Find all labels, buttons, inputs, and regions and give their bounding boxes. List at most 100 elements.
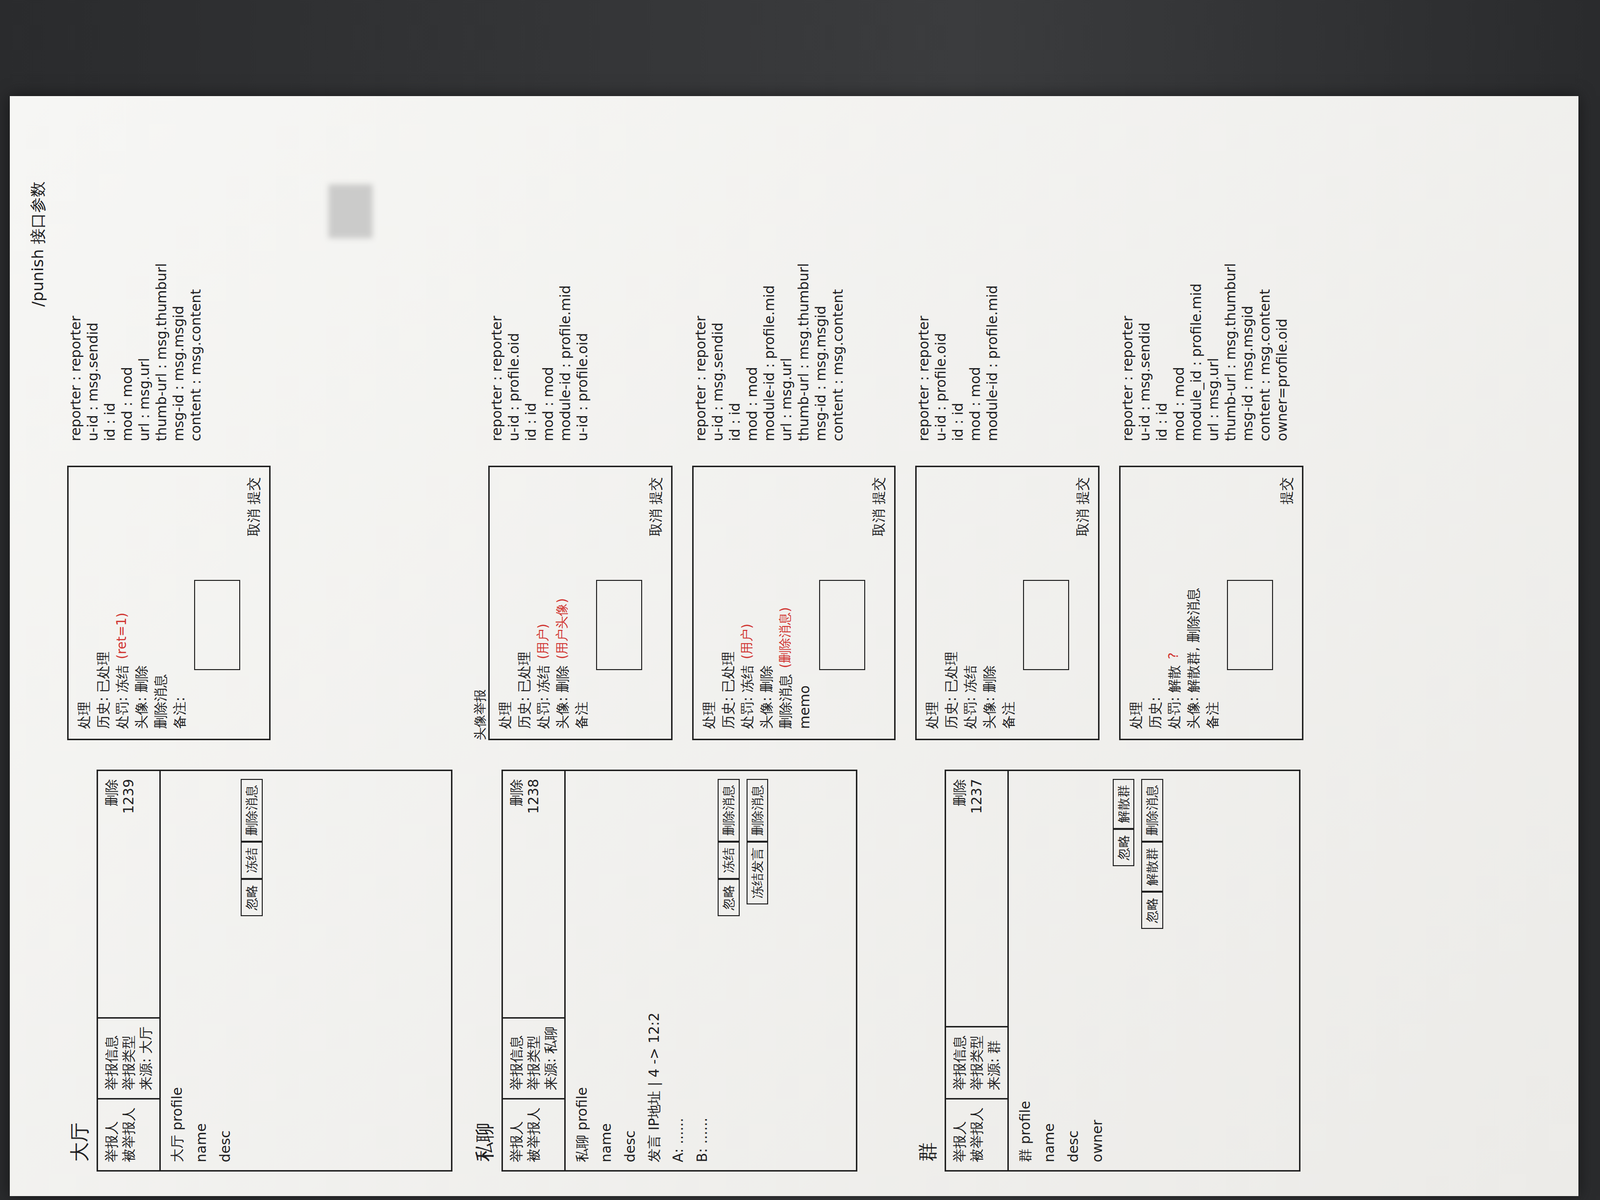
mapping-line: mod : mod <box>966 285 984 442</box>
action-button[interactable]: 忽略 <box>1112 828 1135 867</box>
action-button[interactable]: 忽略 <box>717 878 740 917</box>
reporter-label: 举报人 <box>950 1107 969 1163</box>
form-line: 处理 <box>1127 476 1145 729</box>
form-line: 处罚: 冻结(ret=1) <box>113 476 131 729</box>
section-left: 大厅举报人被举报人举报信息举报类型来源: 大厅删除1239大厅 profilen… <box>67 769 453 1172</box>
form-text: 头像: 删除 <box>553 665 572 729</box>
mapping-line: id : id <box>1153 263 1171 442</box>
button-row: 忽略冻结删除消息 <box>240 778 263 917</box>
mapping-line: reporter : reporter <box>915 285 933 442</box>
info-label: 来源: 群 <box>985 1035 1003 1091</box>
action-label[interactable]: 删除 <box>950 778 969 807</box>
action-button[interactable]: 解散群 <box>1112 778 1135 829</box>
form-text: 删除消息 <box>151 674 170 729</box>
submit-button[interactable]: 取消 提交 <box>867 476 888 537</box>
submit-button[interactable]: 取消 提交 <box>242 476 263 537</box>
forms-column: 处理历史: 已处理处罚: 冻结头像: 删除备注取消 提交reporter : r… <box>915 122 1304 741</box>
form-line: memo <box>796 476 814 729</box>
form-text: 历史: <box>1146 697 1164 729</box>
form-text: 备注: <box>171 697 189 729</box>
memo-input[interactable] <box>194 579 241 671</box>
submit-button[interactable]: 提交 <box>1275 476 1296 505</box>
reporter-cell: 举报人被举报人 <box>98 1099 160 1171</box>
action-button[interactable]: 忽略 <box>1141 891 1164 929</box>
form-note: ? <box>1165 652 1183 660</box>
action-button[interactable]: 冻结 <box>240 841 263 879</box>
punish-form: 处理历史: 已处理处罚: 冻结(用户)头像: 删除(用户头像)备注取消 提交 <box>488 465 673 741</box>
mapping-line: u-id : profile.oid <box>932 285 950 442</box>
section-name: 群 <box>915 769 940 1172</box>
wireframe-sheet: /punish 接口参数大厅举报人被举报人举报信息举报类型来源: 大厅删除123… <box>8 98 1577 1197</box>
memo-input[interactable] <box>596 579 643 671</box>
memo-input[interactable] <box>1226 579 1274 671</box>
section-name: 大厅 <box>67 769 92 1172</box>
form-text: 头像: 删除 <box>132 665 150 729</box>
form-line: 处罚: 解散? <box>1165 476 1183 729</box>
form-block: 处理历史:处罚: 解散?头像: 解散群, 删除消息备注提交reporter : … <box>1119 122 1304 741</box>
mapping-line: thumb-url : msg.thumburl <box>1222 263 1240 442</box>
count-cell: 删除1239 <box>98 771 160 1019</box>
form-line: 处罚: 冻结(用户) <box>534 476 552 729</box>
count-label: 1238 <box>525 778 543 814</box>
form-note: (用户头像) <box>553 598 572 659</box>
form-line: 历史: 已处理 <box>719 476 737 729</box>
form-text: 处理 <box>923 701 941 729</box>
info-label: 来源: 私聊 <box>542 1026 560 1091</box>
form-line: 头像: 删除 <box>757 476 775 729</box>
submit-button[interactable]: 取消 提交 <box>644 476 665 537</box>
mapping-line: msg-id : msg.msgid <box>812 263 830 442</box>
chat-line: A: ...... <box>669 778 687 1163</box>
button-row: 忽略冻结删除消息 <box>717 778 740 917</box>
form-text: 备注 <box>573 701 591 729</box>
action-button[interactable]: 删除消息 <box>1141 778 1164 842</box>
panel-body: 大厅 profilenamedesc忽略冻结删除消息 <box>160 771 271 1171</box>
info-label: 举报信息 <box>507 1026 525 1091</box>
action-button[interactable]: 忽略 <box>240 878 263 917</box>
info-cell: 举报信息举报类型来源: 大厅 <box>98 1018 160 1100</box>
report-panel: 举报人被举报人举报信息举报类型来源: 私聊删除1238私聊 profilenam… <box>501 769 858 1172</box>
section: 大厅举报人被举报人举报信息举报类型来源: 大厅删除1239大厅 profilen… <box>67 122 453 1172</box>
action-button[interactable]: 删除消息 <box>717 778 740 842</box>
memo-input[interactable] <box>1023 579 1070 671</box>
mapping-line: reporter : reporter <box>488 285 506 442</box>
reporter-label: 举报人 <box>102 1107 121 1163</box>
mapping-line: url : msg.url <box>135 263 153 442</box>
form-line: 处理 <box>700 476 718 729</box>
action-button[interactable]: 冻结发言 <box>746 841 769 905</box>
forms-column: 处理历史: 已处理处罚: 冻结(ret=1)头像: 删除删除消息备注:取消 提交… <box>67 122 271 741</box>
form-note: (用户) <box>738 623 756 659</box>
action-label[interactable]: 删除 <box>507 778 525 807</box>
form-block-wrap: 处理历史: 已处理处罚: 冻结(ret=1)头像: 删除删除消息备注:取消 提交… <box>67 122 271 741</box>
punish-form: 处理历史: 已处理处罚: 冻结(ret=1)头像: 删除删除消息备注:取消 提交 <box>67 465 271 741</box>
mapping-line: reporter : reporter <box>67 263 85 442</box>
memo-input[interactable] <box>819 579 866 671</box>
report-panel: 举报人被举报人举报信息举报类型来源: 大厅删除1239大厅 profilenam… <box>96 769 453 1172</box>
form-text: 处理 <box>1127 701 1145 729</box>
button-row: 冻结发言删除消息 <box>746 778 769 905</box>
mapping-line: module-id : profile.mid <box>556 285 575 442</box>
panel-body: 私聊 profilenamedesc发言 IP地址 | 4 -> 12:2A: … <box>565 771 776 1171</box>
mapping-line: reporter : reporter <box>1119 263 1137 442</box>
mapping-line: u-id : msg.sendid <box>709 263 727 442</box>
action-button[interactable]: 删除消息 <box>746 778 769 842</box>
photo-background: /punish 接口参数大厅举报人被举报人举报信息举报类型来源: 大厅删除123… <box>0 0 1600 1200</box>
mapping-line: u-id : profile.oid <box>505 285 523 442</box>
paper-sheet <box>9 96 1579 1197</box>
profile-label: 私聊 profile <box>573 778 591 1163</box>
action-button[interactable]: 冻结 <box>717 841 740 879</box>
mapping-line: u-id : msg.sendid <box>84 263 102 442</box>
param-mapping: reporter : reporteru-id : msg.sendidid :… <box>692 263 847 442</box>
mapping-line: mod : mod <box>1170 263 1188 442</box>
punish-form: 处理历史: 已处理处罚: 冻结(用户)头像: 删除删除消息(删除消息)memo取… <box>692 465 896 741</box>
action-button[interactable]: 删除消息 <box>240 778 263 842</box>
form-text: 删除消息 <box>776 674 795 729</box>
section-left: 群举报人被举报人举报信息举报类型来源: 群删除1237群 profilename… <box>915 769 1301 1172</box>
action-button[interactable]: 解散群 <box>1141 841 1164 892</box>
form-text: 处罚: 冻结 <box>738 665 756 729</box>
info-label: 举报类型 <box>120 1026 138 1091</box>
count-label: 1239 <box>120 778 138 814</box>
submit-button[interactable]: 取消 提交 <box>1071 476 1092 537</box>
mapping-line: url : msg.url <box>777 263 796 442</box>
action-label[interactable]: 删除 <box>102 778 121 807</box>
section-name: 私聊 <box>472 769 497 1172</box>
